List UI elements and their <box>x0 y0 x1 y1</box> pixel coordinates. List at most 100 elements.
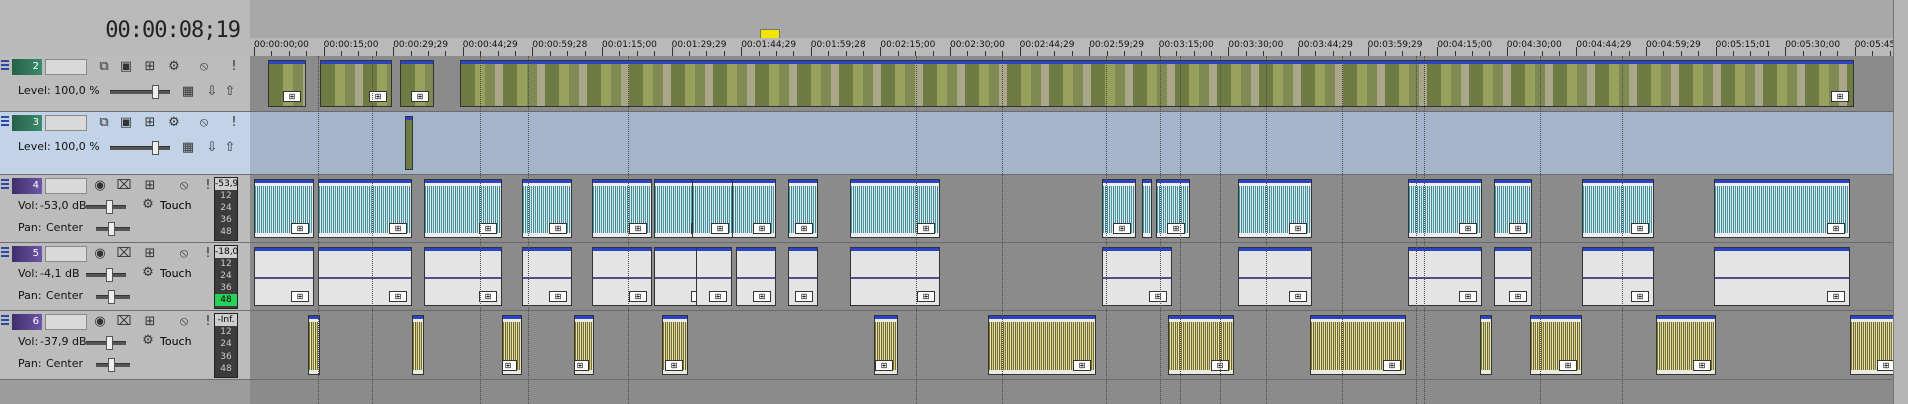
clip-fx-icon[interactable]: ⊞ <box>1559 360 1577 371</box>
clip-event[interactable]: ⊞ <box>988 315 1096 375</box>
track-grip-icon[interactable] <box>1 247 9 257</box>
clip-event[interactable]: ⊞ <box>788 179 818 238</box>
clip-event[interactable]: ⊞ <box>1310 315 1406 375</box>
clip-event[interactable]: ⊞ <box>592 247 652 306</box>
arrow-up-icon[interactable]: ⇧ <box>222 140 238 156</box>
track-name-field[interactable] <box>45 178 87 194</box>
vertical-scrollbar[interactable] <box>1893 0 1908 404</box>
clip-fx-icon[interactable]: ⊞ <box>479 223 497 234</box>
clip-event[interactable]: ⊞ <box>692 179 734 238</box>
clip-fx-icon[interactable]: ⊞ <box>1509 291 1527 302</box>
fx-icon[interactable]: ▦ <box>180 140 196 156</box>
clip-event[interactable]: ⊞ <box>1102 179 1136 238</box>
track-name-field[interactable] <box>45 314 87 330</box>
clip-event[interactable]: ⊞ <box>736 247 776 306</box>
clip-fx-icon[interactable]: ⊞ <box>389 223 407 234</box>
clip-fx-icon[interactable]: ⊞ <box>917 223 935 234</box>
track-motion-icon[interactable]: ⊞ <box>142 314 158 330</box>
record-icon[interactable]: ◉ <box>92 246 108 262</box>
clip-fx-icon[interactable]: ⊞ <box>1831 91 1849 102</box>
track-grip-icon[interactable] <box>1 60 9 70</box>
fx-icon[interactable]: ⌧ <box>116 246 132 262</box>
clip-event[interactable]: ⊞ <box>254 179 314 238</box>
clip-event[interactable]: ⊞ <box>732 179 776 238</box>
clip-fx-icon[interactable]: ⊞ <box>1113 223 1131 234</box>
pan-slider[interactable] <box>96 358 130 372</box>
track-header-4[interactable]: 4 ◉ ⌧ ⊞ ⦸! Vol: -53,0 dB ⚙ Touch Pan: Center -53,9 1… <box>0 175 250 243</box>
clip-event[interactable]: ⊞ <box>850 247 940 306</box>
clip-fx-icon[interactable]: ⊞ <box>795 223 813 234</box>
clip-event[interactable]: ⊞ <box>424 179 502 238</box>
track-lane-3[interactable] <box>250 112 1908 175</box>
clip-event[interactable]: ⊞ <box>1494 247 1532 306</box>
gear-icon[interactable]: ⚙ <box>166 115 182 131</box>
track-motion-icon[interactable]: ⊞ <box>142 246 158 262</box>
clip-fx-icon[interactable]: ⊞ <box>549 291 567 302</box>
clip-event[interactable]: ⊞ <box>1714 247 1850 306</box>
clip-fx-icon[interactable]: ⊞ <box>291 223 309 234</box>
clip-event[interactable]: ⊞ <box>424 247 502 306</box>
track-header-5[interactable]: 5 ◉ ⌧ ⊞ ⦸! Vol: -4,1 dB ⚙ Touch Pan: Center -18,0 12… <box>0 243 250 311</box>
clip-event[interactable] <box>412 315 424 375</box>
pan-slider[interactable] <box>96 222 130 236</box>
track-name-field[interactable] <box>45 246 87 262</box>
clip-fx-icon[interactable]: ⊞ <box>1631 291 1649 302</box>
record-icon[interactable]: ◉ <box>92 178 108 194</box>
clip-event[interactable]: ⊞ <box>592 179 652 238</box>
clip-event[interactable]: ⊞ <box>1530 315 1582 375</box>
clip-event[interactable]: ⊞ <box>1102 247 1172 306</box>
clip-event[interactable] <box>1480 315 1492 375</box>
vol-slider-knob[interactable] <box>106 268 113 282</box>
mute-icon[interactable]: ⦸ <box>176 178 192 194</box>
track-motion-icon[interactable]: ⊞ <box>142 178 158 194</box>
composite-mode-icon[interactable]: ⧉ <box>96 59 112 75</box>
clip-fx-icon[interactable]: ⊞ <box>411 91 429 102</box>
timecode-display[interactable]: 00:00:08;19 <box>105 18 241 43</box>
level-slider[interactable] <box>110 141 170 155</box>
track-motion-icon[interactable]: ⊞ <box>142 115 158 131</box>
clip-fx-icon[interactable]: ⊞ <box>875 360 893 371</box>
clip-fx-icon[interactable]: ⊞ <box>753 223 771 234</box>
track-name-field[interactable] <box>45 59 87 75</box>
vol-slider[interactable] <box>86 268 126 282</box>
mute-icon[interactable]: ⦸ <box>196 59 212 75</box>
clip-event[interactable]: ⊞ <box>874 315 898 375</box>
track-header-6[interactable]: 6 ◉ ⌧ ⊞ ⦸! Vol: -37,9 dB ⚙ Touch Pan: Center -Inf. 1… <box>0 311 250 380</box>
vol-slider[interactable] <box>86 200 126 214</box>
mute-icon[interactable]: ⦸ <box>176 314 192 330</box>
clip-fx-icon[interactable]: ⊞ <box>291 291 309 302</box>
solo-icon[interactable]: ! <box>226 59 242 75</box>
level-slider-knob[interactable] <box>152 85 159 99</box>
track-motion-icon[interactable]: ⊞ <box>142 59 158 75</box>
compositor-icon[interactable]: ▣ <box>118 59 134 75</box>
clip-fx-icon[interactable]: ⊞ <box>1073 360 1091 371</box>
clip-event[interactable]: ⊞ <box>1408 179 1482 238</box>
clip-fx-icon[interactable]: ⊞ <box>709 291 727 302</box>
fx-icon[interactable]: ⌧ <box>116 314 132 330</box>
automation-mode[interactable]: Touch <box>160 199 192 212</box>
timeline-overview[interactable] <box>250 0 1908 38</box>
clip-event[interactable]: ⊞ <box>318 179 412 238</box>
level-slider[interactable] <box>110 85 170 99</box>
clip-event[interactable]: ⊞ <box>502 315 522 375</box>
clip-fx-icon[interactable]: ⊞ <box>1383 360 1401 371</box>
clip-event[interactable]: ⊞ <box>574 315 594 375</box>
clip-event[interactable] <box>1142 179 1152 238</box>
vol-slider[interactable] <box>86 336 126 350</box>
pan-slider-knob[interactable] <box>108 222 115 236</box>
clip-fx-icon[interactable]: ⊞ <box>665 360 683 371</box>
gear-icon[interactable]: ⚙ <box>140 265 156 281</box>
time-ruler[interactable]: 00:00:00;00 00:00:15;00 00:00:29;29 00:00:4… <box>250 38 1908 57</box>
automation-mode[interactable]: Touch <box>160 335 192 348</box>
fx-icon[interactable]: ▦ <box>180 84 196 100</box>
vol-slider-knob[interactable] <box>106 336 113 350</box>
arrow-up-icon[interactable]: ⇧ <box>222 84 238 100</box>
clip-event[interactable]: ⊞ <box>1238 179 1312 238</box>
vol-slider-knob[interactable] <box>106 200 113 214</box>
mute-icon[interactable]: ⦸ <box>196 115 212 131</box>
track-lanes[interactable]: ⊞ ⊞ ⊞ ⊞ ⊞ ⊞ ⊞ ⊞ ⊞ ⊞ ⊞ ⊞ ⊞ ⊞ ⊞ ⊞ ⊞ ⊞ ⊞ ⊞ ⊞ ⊞ ⊞ ⊞ ⊞ ⊞ ⊞ ⊞ ⊞ ⊞ ⊞ ⊞ ⊞ ⊞ ⊞ ⊞ ⊞ ⊞ ⊞ ⊞… <box>250 56 1908 404</box>
clip-fx-icon[interactable]: ⊞ <box>1827 291 1845 302</box>
clip-fx-icon[interactable]: ⊞ <box>283 91 301 102</box>
clip-fx-icon[interactable]: ⊞ <box>795 291 813 302</box>
clip-event[interactable]: ⊞ <box>1582 179 1654 238</box>
